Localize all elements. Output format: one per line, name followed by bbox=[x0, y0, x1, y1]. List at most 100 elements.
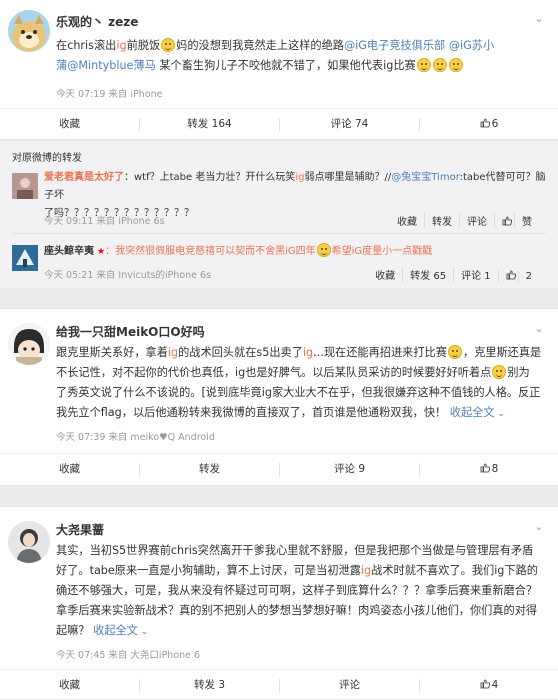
smile-emoji-icon bbox=[447, 345, 462, 359]
action-bar: 收藏 转发 3 评论 4 bbox=[0, 669, 558, 699]
topic-link[interactable]: ig bbox=[116, 39, 126, 52]
content-text: 不长记性，对不起你的代价也真低，ig也是好脾气。以后某队员采访的时候要好好听着点 bbox=[56, 366, 492, 379]
chevron-down-icon[interactable]: ⌄ bbox=[532, 323, 546, 334]
post-content: 跟克里斯关系好，拿着ig的战术回头就在s5出卖了ig...现在还能再招进来打比赛… bbox=[56, 343, 546, 424]
content-text: ，克里斯还真是 bbox=[462, 346, 542, 359]
avatar[interactable] bbox=[12, 173, 38, 199]
thumbs-up-icon bbox=[480, 118, 490, 128]
favorite-button[interactable]: 收藏 bbox=[390, 213, 424, 228]
weibo-post-1: 乐观的丶 zeze ⌄ 在chris滚出ig前脱饭 妈的没想到我竟然走上这样的绝路… bbox=[0, 0, 558, 140]
mention-link[interactable]: 蒲@Mintyblue薄马 bbox=[56, 59, 156, 72]
like-button[interactable]: 6 bbox=[420, 109, 558, 139]
like-button[interactable]: 8 bbox=[420, 454, 558, 484]
action-bar: 收藏 转发 评论 9 8 bbox=[0, 453, 558, 483]
username[interactable]: 乐观的丶 zeze bbox=[56, 13, 138, 30]
content-text: 起嘛？ bbox=[56, 624, 90, 637]
like-label: 赞 bbox=[514, 213, 539, 228]
repost-button[interactable]: 转发 3 bbox=[140, 670, 279, 700]
topic-link[interactable]: ig bbox=[295, 172, 304, 183]
comment-button[interactable]: 评论 74 bbox=[280, 109, 419, 139]
like-button[interactable]: 4 bbox=[420, 670, 558, 700]
like-button[interactable]: 赞 bbox=[494, 213, 546, 228]
username[interactable]: 给我一只甜MeikO口O好吗 bbox=[56, 323, 205, 340]
topic-link[interactable]: iG bbox=[285, 246, 296, 257]
thumbs-up-icon bbox=[480, 463, 490, 473]
content-text: 跟克里斯关系好，拿着 bbox=[56, 346, 168, 359]
divider bbox=[12, 233, 546, 234]
like-count: 8 bbox=[491, 463, 499, 475]
thumbs-up-icon bbox=[502, 216, 512, 226]
thumbs-up-icon bbox=[480, 679, 490, 689]
smile-emoji-icon bbox=[316, 243, 331, 257]
retweet-text-part: 弱点哪里是辅助？// bbox=[304, 172, 392, 183]
favorite-button[interactable]: 收藏 bbox=[368, 267, 402, 282]
chevron-down-icon[interactable]: ⌄ bbox=[532, 521, 546, 532]
content-text: 某个畜生狗儿子不咬他就不错了，如果他代表ig比赛 bbox=[155, 59, 416, 72]
retweet-meta: 今天 05:21 来自 Invicuts的iPhone 6s bbox=[44, 270, 212, 281]
content-text: 好了。tabe原来一直是小狗辅助，算不上讨厌，可是当初泄露 bbox=[56, 564, 361, 577]
content-text: 的战术回头就在s5出卖了 bbox=[178, 346, 303, 359]
weibo-post-3: 大尧果蔷 ⌄ 其实，当初S5世界赛前chris突然离开干爹我心里就不舒服，但是我… bbox=[0, 506, 558, 699]
collapse-text-link[interactable]: 收起全文 bbox=[93, 624, 148, 637]
retweet-text-part: 希望iG度量小一点戳戳 bbox=[331, 246, 433, 257]
comment-button[interactable]: 评论 bbox=[459, 213, 494, 228]
retweet-text: 座头鲸辛夷 ★：我突然很佩服电竞慈禧可以契而不舍黑iG四年 希望iG度量小一点戳戳 bbox=[44, 243, 546, 261]
retweet-username[interactable]: 爱老君真是太好了 bbox=[44, 172, 124, 183]
avatar[interactable] bbox=[8, 521, 50, 563]
collapse-text-link[interactable]: 收起全文 bbox=[450, 406, 505, 419]
repost-button[interactable]: 转发 bbox=[140, 454, 279, 484]
content-text: 妈的没想到我竟然走上这样的绝路 bbox=[176, 39, 344, 52]
content-text: 别为 bbox=[507, 366, 530, 379]
comment-button[interactable]: 评论 9 bbox=[280, 454, 419, 484]
post-content: 在chris滚出ig前脱饭 妈的没想到我竟然走上这样的绝路@iG电子竞技俱乐部 @… bbox=[56, 36, 546, 76]
retweet-item: 爱老君真是太好了：wtf？上tabe 老当力壮？开什么玩笑ig弱点哪里是辅助？/… bbox=[0, 167, 558, 229]
retweet-actions: 收藏 转发 评论 赞 bbox=[390, 213, 546, 228]
retweets-title: 对原微博的转发 bbox=[12, 153, 82, 164]
repost-button[interactable]: 转发 164 bbox=[140, 109, 279, 139]
topic-link[interactable]: ig bbox=[361, 564, 371, 577]
favorite-button[interactable]: 收藏 bbox=[0, 670, 139, 700]
chevron-down-icon[interactable]: ⌄ bbox=[532, 13, 546, 24]
retweets-section: 对原微博的转发 爱老君真是太好了：wtf？上tabe 老当力壮？开什么玩笑ig弱… bbox=[0, 140, 558, 288]
mention-link[interactable]: @兔宝宝Timor bbox=[391, 172, 459, 183]
topic-link[interactable]: ig bbox=[303, 346, 313, 359]
topic-link[interactable]: ig bbox=[168, 346, 178, 359]
comment-button[interactable]: 评论 bbox=[280, 670, 419, 700]
content-text: 在chris滚出 bbox=[56, 39, 117, 52]
content-text: 其实，当初S5世界赛前chris突然离开干爹我心里就不舒服，但是我把那个当做是与… bbox=[56, 544, 534, 557]
comment-button[interactable]: 评论 1 bbox=[453, 267, 498, 282]
retweet-text-part: ：wtf？上tabe 老当力壮？开什么玩笑 bbox=[124, 172, 296, 183]
smile-emoji-icon bbox=[492, 365, 507, 379]
retweet-actions: 收藏 转发 65 评论 1 2 bbox=[368, 267, 546, 282]
smile-emoji-icon bbox=[161, 38, 176, 52]
smile-emoji-icon bbox=[432, 58, 447, 72]
thumbs-up-icon bbox=[506, 270, 516, 280]
like-count: 2 bbox=[517, 271, 539, 282]
smile-emoji-icon bbox=[448, 58, 463, 72]
smile-emoji-icon bbox=[416, 58, 431, 72]
avatar[interactable] bbox=[8, 323, 50, 365]
user-avatar-icon bbox=[8, 521, 50, 563]
user-avatar-icon bbox=[12, 173, 38, 199]
retweet-username[interactable]: 座头鲸辛夷 bbox=[44, 246, 94, 257]
username[interactable]: 大尧果蔷 bbox=[56, 521, 104, 538]
favorite-button[interactable]: 收藏 bbox=[0, 109, 139, 139]
favorite-button[interactable]: 收藏 bbox=[0, 454, 139, 484]
doge-avatar-icon bbox=[8, 10, 50, 52]
content-text: 确还不够强大，可是，我从来没有怀疑过可可啊，这样子到底算什么？？？拿季后赛来重新… bbox=[56, 584, 538, 597]
content-text: 我先立个flag，以后他通粉转来我微博的直接双了，首页谁是他通粉双我，快！ bbox=[56, 406, 447, 419]
avatar[interactable] bbox=[8, 10, 50, 52]
mention-link[interactable]: @iG电子竞技俱乐部 bbox=[344, 39, 445, 52]
repost-button[interactable]: 转发 65 bbox=[402, 267, 453, 282]
retweet-item: 座头鲸辛夷 ★：我突然很佩服电竞慈禧可以契而不舍黑iG四年 希望iG度量小一点戳戳 … bbox=[0, 237, 558, 287]
vip-star-icon: ★ bbox=[97, 247, 106, 257]
content-text: 前脱饭 bbox=[126, 39, 161, 52]
weibo-post-2: 给我一只甜MeikO口O好吗 ⌄ 跟克里斯关系好，拿着ig的战术回头就在s5出卖… bbox=[0, 308, 558, 486]
content-text: 了秀英文说了什么不该说的。[说到底毕竟ig家大业大不在乎，但我很嫌弃这种不值钱的… bbox=[56, 386, 541, 399]
like-button[interactable]: 2 bbox=[497, 270, 546, 282]
repost-button[interactable]: 转发 bbox=[424, 213, 459, 228]
mention-link[interactable]: @iG苏小 bbox=[449, 39, 494, 52]
avatar[interactable] bbox=[12, 245, 38, 271]
post-meta: 今天 07:19 来自 iPhone bbox=[56, 89, 163, 100]
action-bar: 收藏 转发 164 评论 74 6 bbox=[0, 108, 558, 138]
